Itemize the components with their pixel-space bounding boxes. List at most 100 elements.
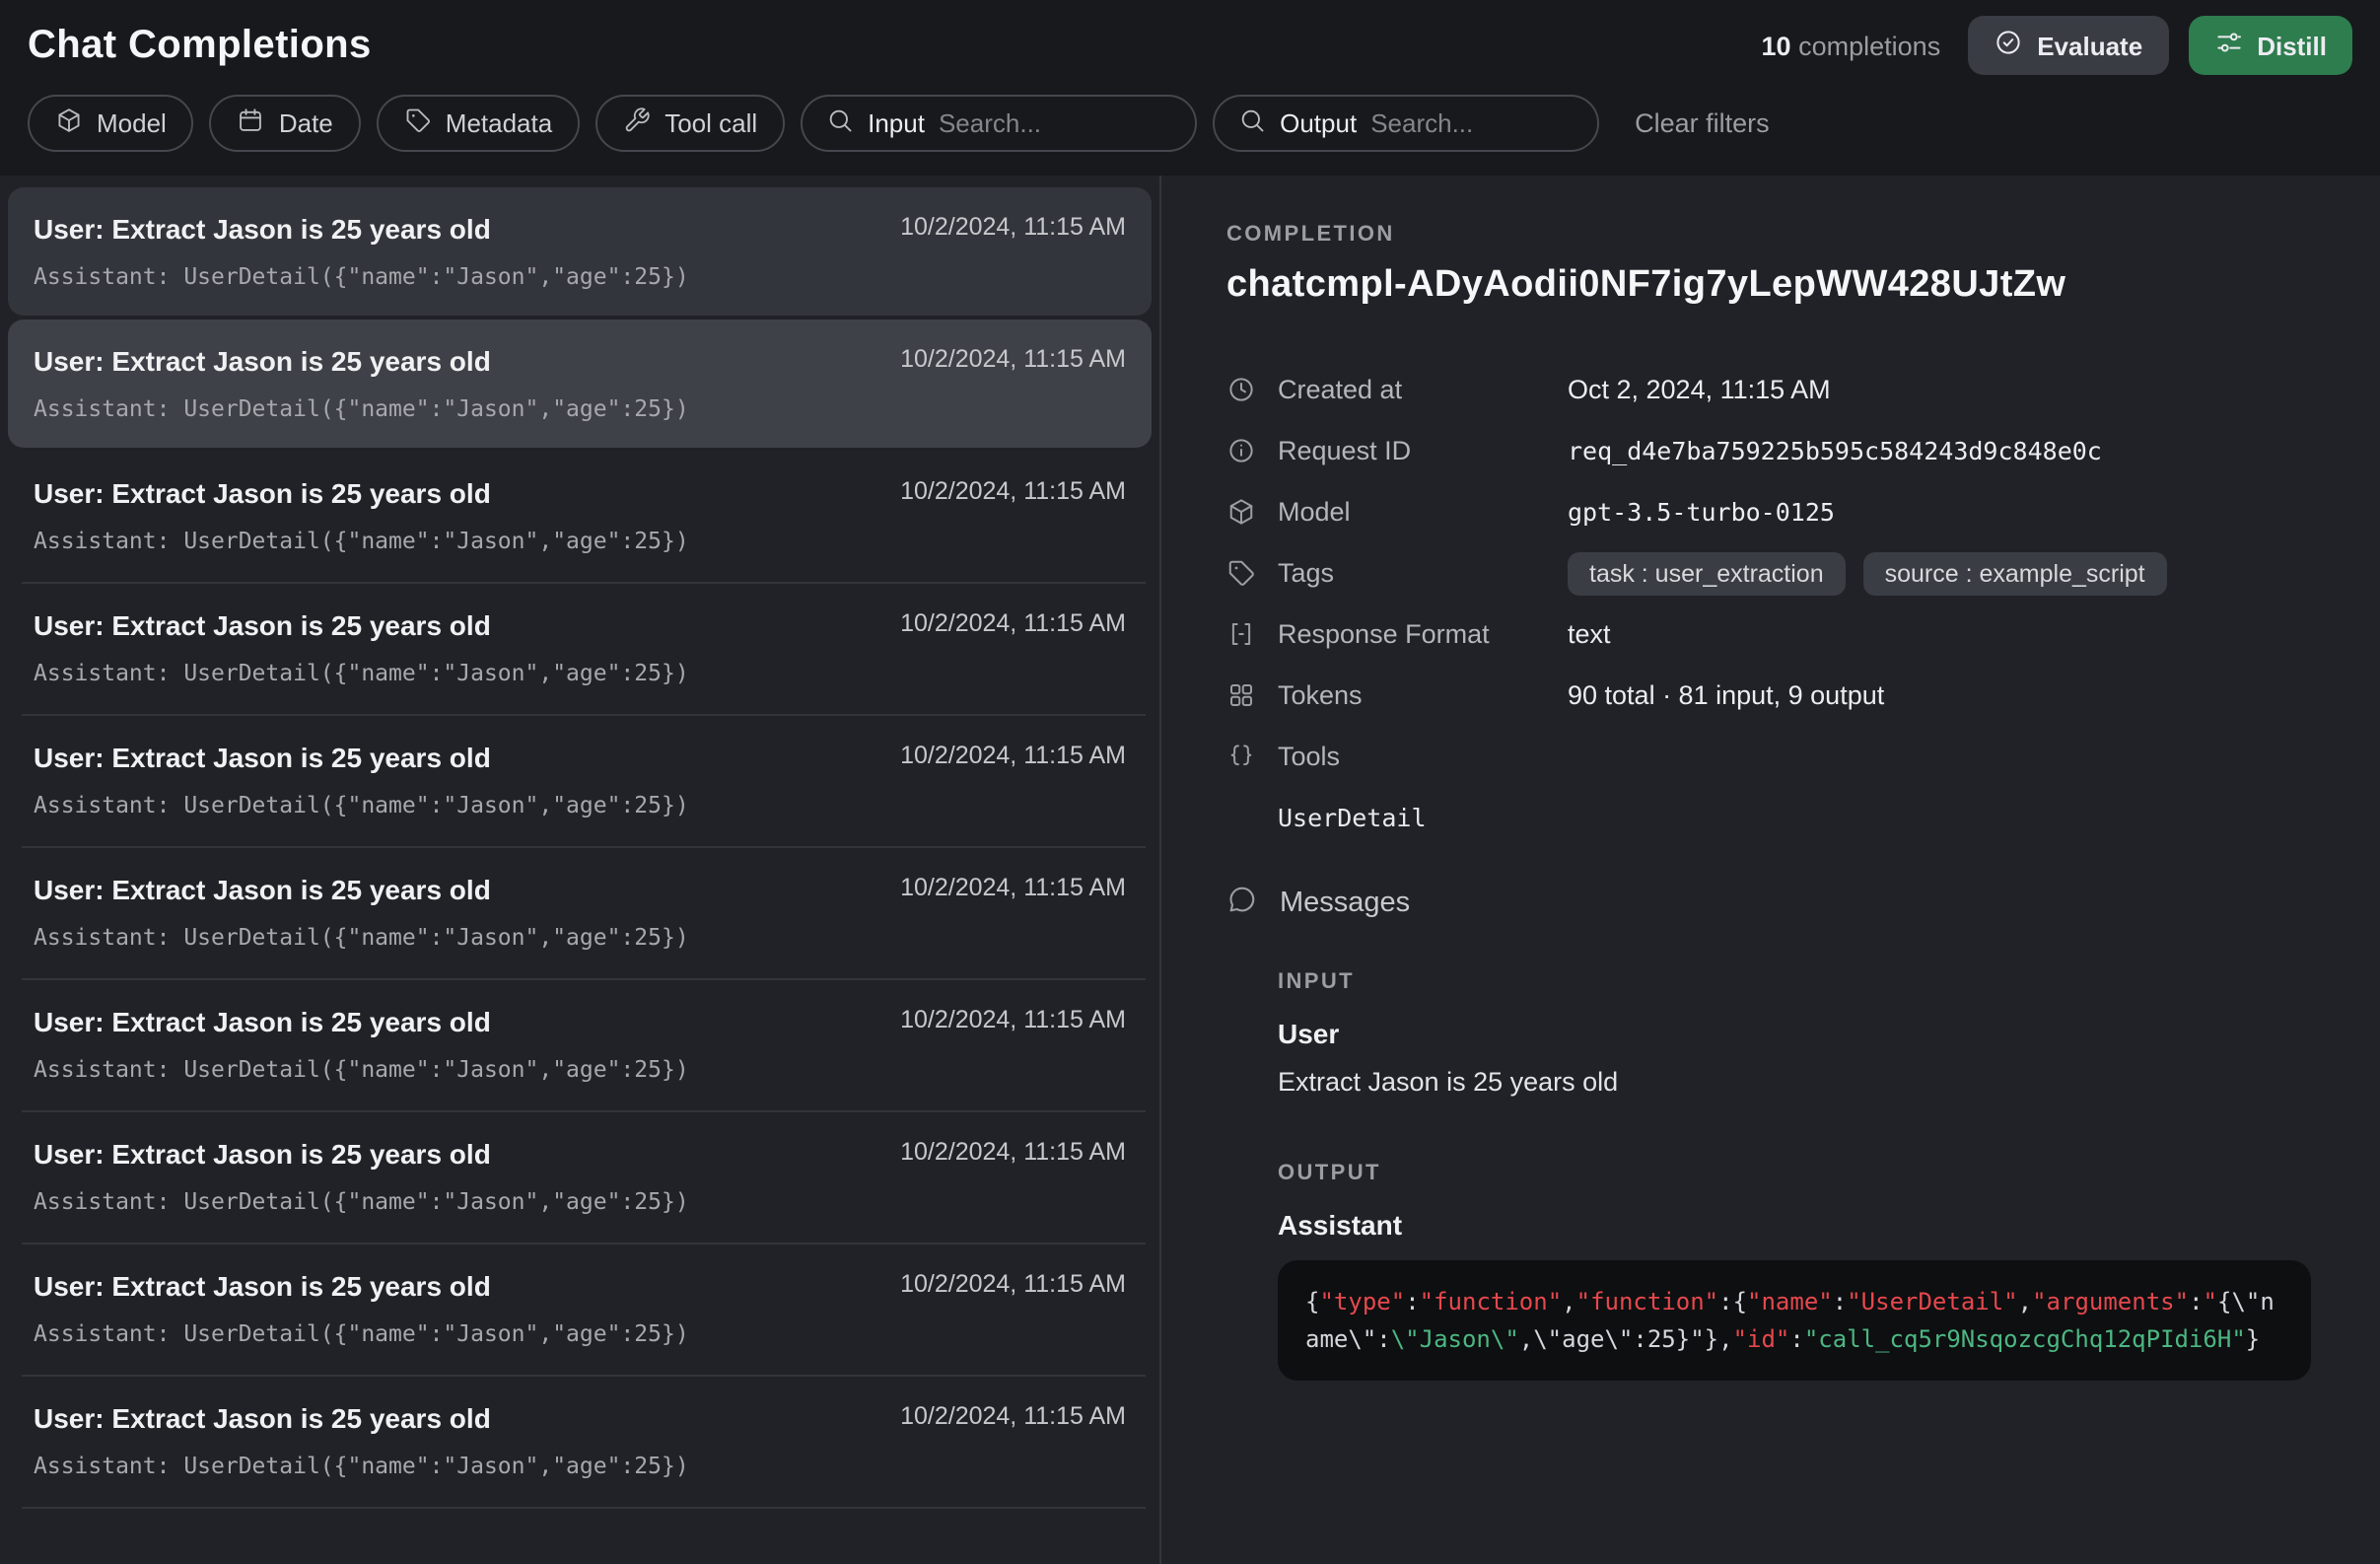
filter-bar: Model Date Metadata Tool call Input bbox=[28, 95, 2352, 152]
input-text: Extract Jason is 25 years old bbox=[1278, 1067, 2341, 1097]
output-search[interactable]: Output bbox=[1213, 95, 1599, 152]
field-response-format: Response Format text bbox=[1226, 604, 2341, 665]
completions-list: User: Extract Jason is 25 years old Assi… bbox=[0, 176, 1161, 1564]
completion-row[interactable]: User: Extract Jason is 25 years old Assi… bbox=[8, 187, 1152, 316]
input-label: INPUT bbox=[1278, 970, 2341, 994]
input-search-field[interactable] bbox=[939, 108, 1171, 138]
messages-icon bbox=[1226, 884, 1258, 923]
filter-metadata-label: Metadata bbox=[446, 108, 552, 138]
completion-row[interactable]: User: Extract Jason is 25 years old Assi… bbox=[8, 980, 1152, 1108]
row-assistant-text: Assistant: UserDetail({"name":"Jason","a… bbox=[34, 791, 1132, 820]
row-assistant-text: Assistant: UserDetail({"name":"Jason","a… bbox=[34, 262, 1132, 292]
filter-tool-call-label: Tool call bbox=[665, 108, 757, 138]
row-timestamp: 10/2/2024, 11:15 AM bbox=[900, 609, 1126, 637]
response-format-value: text bbox=[1568, 619, 1611, 649]
clock-icon bbox=[1226, 375, 1256, 404]
cube-icon bbox=[55, 107, 83, 140]
output-message: OUTPUT Assistant {"type":"function","fun… bbox=[1278, 1162, 2341, 1381]
row-assistant-text: Assistant: UserDetail({"name":"Jason","a… bbox=[34, 1319, 1132, 1349]
completion-row[interactable]: User: Extract Jason is 25 years old Assi… bbox=[8, 1377, 1152, 1505]
field-label: Request ID bbox=[1278, 436, 1568, 465]
created-at-value: Oct 2, 2024, 11:15 AM bbox=[1568, 375, 1831, 404]
main-content: User: Extract Jason is 25 years old Assi… bbox=[0, 176, 2380, 1564]
field-label: Tokens bbox=[1278, 680, 1568, 710]
calendar-icon bbox=[238, 107, 265, 140]
output-search-field[interactable] bbox=[1370, 108, 1574, 138]
tag-chip: task : user_extraction bbox=[1568, 551, 1846, 595]
brackets-icon bbox=[1226, 619, 1256, 649]
tokens-value: 90 total · 81 input, 9 output bbox=[1568, 680, 1884, 710]
sliders-icon bbox=[2213, 28, 2243, 63]
tag-icon bbox=[1226, 558, 1256, 588]
completion-section-label: COMPLETION bbox=[1226, 223, 2341, 247]
app-header: Chat Completions 10 completions Evaluate… bbox=[0, 0, 2380, 176]
completion-row[interactable]: User: Extract Jason is 25 years old Assi… bbox=[8, 716, 1152, 844]
output-role: Assistant bbox=[1278, 1209, 2341, 1241]
filter-tool-call-button[interactable]: Tool call bbox=[595, 95, 785, 152]
field-tools: Tools bbox=[1226, 726, 2341, 787]
input-message: INPUT User Extract Jason is 25 years old bbox=[1278, 970, 2341, 1097]
row-timestamp: 10/2/2024, 11:15 AM bbox=[900, 874, 1126, 901]
tags-chips: task : user_extraction source : example_… bbox=[1568, 551, 2167, 595]
field-label: Tags bbox=[1278, 558, 1568, 588]
output-search-label: Output bbox=[1280, 108, 1357, 138]
chat-completions-page: Chat Completions 10 completions Evaluate… bbox=[0, 0, 2380, 1564]
row-timestamp: 10/2/2024, 11:15 AM bbox=[900, 1006, 1126, 1033]
row-timestamp: 10/2/2024, 11:15 AM bbox=[900, 345, 1126, 373]
completion-row[interactable]: User: Extract Jason is 25 years old Assi… bbox=[8, 1112, 1152, 1241]
completion-row[interactable]: User: Extract Jason is 25 years old Assi… bbox=[8, 584, 1152, 712]
messages-section-header: Messages bbox=[1226, 884, 2341, 923]
row-timestamp: 10/2/2024, 11:15 AM bbox=[900, 1270, 1126, 1298]
completions-count: 10 completions bbox=[1762, 31, 1941, 60]
row-assistant-text: Assistant: UserDetail({"name":"Jason","a… bbox=[34, 394, 1132, 424]
tag-icon bbox=[404, 107, 432, 140]
row-assistant-text: Assistant: UserDetail({"name":"Jason","a… bbox=[34, 1187, 1132, 1217]
row-assistant-text: Assistant: UserDetail({"name":"Jason","a… bbox=[34, 923, 1132, 953]
braces-icon bbox=[1226, 742, 1256, 771]
completion-detail: COMPLETION chatcmpl-ADyAodii0NF7ig7yLepW… bbox=[1161, 176, 2380, 1564]
row-timestamp: 10/2/2024, 11:15 AM bbox=[900, 213, 1126, 241]
search-icon bbox=[826, 107, 854, 140]
input-search[interactable]: Input bbox=[801, 95, 1197, 152]
output-code-text: {"type":"function","function":{"name":"U… bbox=[1305, 1288, 2275, 1352]
field-label: Response Format bbox=[1278, 619, 1568, 649]
completion-fields: Created at Oct 2, 2024, 11:15 AM Request… bbox=[1226, 359, 2341, 787]
tag-chip: source : example_script bbox=[1863, 551, 2167, 595]
filter-model-button[interactable]: Model bbox=[28, 95, 194, 152]
filter-metadata-button[interactable]: Metadata bbox=[377, 95, 580, 152]
output-label: OUTPUT bbox=[1278, 1162, 2341, 1185]
completion-row[interactable]: User: Extract Jason is 25 years old Assi… bbox=[8, 848, 1152, 976]
completions-count-label: completions bbox=[1798, 31, 1940, 60]
evaluate-icon bbox=[1994, 28, 2023, 63]
model-value: gpt-3.5-turbo-0125 bbox=[1568, 497, 1835, 527]
completion-row[interactable]: User: Extract Jason is 25 years old Assi… bbox=[8, 320, 1152, 448]
field-created-at: Created at Oct 2, 2024, 11:15 AM bbox=[1226, 359, 2341, 420]
wrench-icon bbox=[623, 107, 651, 140]
field-label: Created at bbox=[1278, 375, 1568, 404]
filter-model-label: Model bbox=[97, 108, 167, 138]
request-id-value: req_d4e7ba759225b595c584243d9c848e0c bbox=[1568, 436, 2102, 465]
output-code-block: {"type":"function","function":{"name":"U… bbox=[1278, 1260, 2311, 1381]
page-title: Chat Completions bbox=[28, 23, 372, 68]
completion-row[interactable]: User: Extract Jason is 25 years old Assi… bbox=[8, 1244, 1152, 1373]
grid-icon bbox=[1226, 680, 1256, 710]
tools-value: UserDetail bbox=[1278, 803, 2341, 832]
distill-button[interactable]: Distill bbox=[2188, 16, 2352, 75]
completions-count-number: 10 bbox=[1762, 31, 1791, 60]
completion-id: chatcmpl-ADyAodii0NF7ig7yLepWW428UJtZw bbox=[1226, 264, 2341, 308]
input-search-label: Input bbox=[868, 108, 925, 138]
completion-row[interactable]: User: Extract Jason is 25 years old Assi… bbox=[8, 452, 1152, 580]
clear-filters-button[interactable]: Clear filters bbox=[1635, 108, 1770, 138]
field-model: Model gpt-3.5-turbo-0125 bbox=[1226, 481, 2341, 542]
info-icon bbox=[1226, 436, 1256, 465]
row-timestamp: 10/2/2024, 11:15 AM bbox=[900, 1138, 1126, 1166]
row-timestamp: 10/2/2024, 11:15 AM bbox=[900, 742, 1126, 769]
field-tags: Tags task : user_extraction source : exa… bbox=[1226, 542, 2341, 604]
cube-icon bbox=[1226, 497, 1256, 527]
field-request-id: Request ID req_d4e7ba759225b595c584243d9… bbox=[1226, 420, 2341, 481]
search-icon bbox=[1238, 107, 1266, 140]
filter-date-button[interactable]: Date bbox=[210, 95, 361, 152]
evaluate-button-label: Evaluate bbox=[2037, 31, 2142, 60]
messages-section-title: Messages bbox=[1280, 888, 1410, 919]
evaluate-button[interactable]: Evaluate bbox=[1968, 16, 2168, 75]
